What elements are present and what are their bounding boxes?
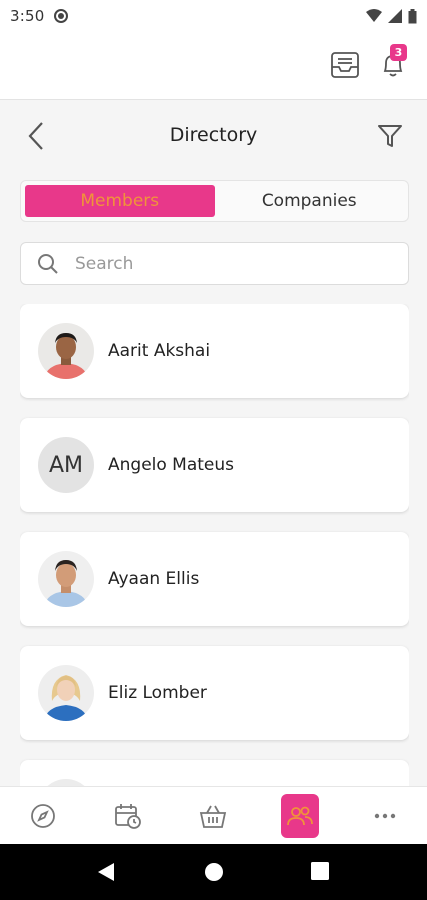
nav-events[interactable] (106, 794, 150, 838)
member-card[interactable]: Aarit Akshai (20, 304, 409, 398)
system-nav-bar (0, 844, 427, 900)
bottom-nav (0, 786, 427, 844)
filter-icon (378, 125, 402, 147)
calendar-clock-icon (115, 804, 141, 829)
search-box (20, 242, 409, 285)
member-card[interactable]: Ayaan Ellis (20, 532, 409, 626)
member-card[interactable]: AM Angelo Mateus (20, 418, 409, 512)
member-card[interactable]: Eliz Lomber (20, 646, 409, 740)
directory-tabs: Members Companies (20, 180, 409, 222)
filter-button[interactable] (376, 122, 404, 150)
tab-members[interactable]: Members (25, 185, 215, 217)
notification-badge: 3 (390, 44, 407, 61)
member-photo (38, 323, 94, 379)
nav-directory[interactable] (281, 794, 319, 838)
system-back-icon[interactable] (96, 862, 116, 882)
status-indicators (366, 8, 417, 24)
basket-icon (199, 805, 227, 828)
inbox-button[interactable] (330, 50, 360, 80)
member-name: Aarit Akshai (108, 341, 211, 361)
status-time: 3:50 (10, 7, 45, 25)
wifi-icon (366, 9, 382, 22)
signal-icon (388, 9, 402, 23)
status-bar: 3:50 (0, 0, 427, 32)
avatar (38, 665, 94, 721)
tab-companies[interactable]: Companies (215, 185, 405, 217)
people-icon (287, 806, 313, 826)
avatar: AM (38, 437, 94, 493)
nav-more[interactable] (363, 794, 407, 838)
nav-explore[interactable] (21, 794, 65, 838)
system-home-icon[interactable] (204, 862, 224, 882)
more-dots-icon (374, 813, 396, 819)
member-name: Ayaan Ellis (108, 569, 200, 589)
avatar (38, 323, 94, 379)
sync-status-icon (54, 9, 69, 23)
member-photo (38, 779, 94, 786)
app-bar: 3 (0, 32, 427, 100)
member-card[interactable] (20, 760, 409, 786)
search-input[interactable] (75, 253, 375, 274)
nav-marketplace[interactable] (191, 794, 235, 838)
member-photo (38, 665, 94, 721)
member-photo (38, 551, 94, 607)
member-name: Eliz Lomber (108, 683, 207, 703)
avatar (38, 779, 94, 786)
member-list: Aarit Akshai AM Angelo Mateus Ayaan Elli… (20, 304, 409, 786)
page-title: Directory (169, 124, 258, 146)
member-name: Angelo Mateus (108, 455, 235, 475)
search-icon (38, 253, 58, 274)
avatar (38, 551, 94, 607)
compass-icon (31, 804, 55, 828)
inbox-icon (331, 52, 359, 78)
system-recents-icon[interactable] (311, 862, 329, 880)
battery-icon (408, 8, 417, 23)
